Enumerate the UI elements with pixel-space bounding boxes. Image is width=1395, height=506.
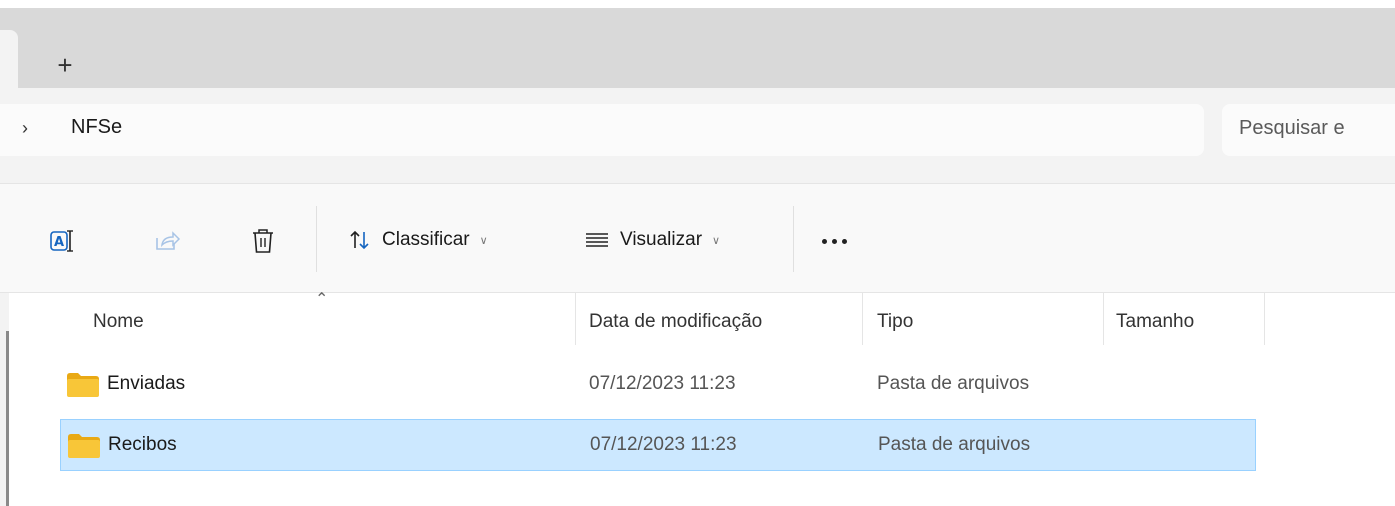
file-name: Recibos [108, 434, 177, 455]
column-header-type[interactable]: Tipo [877, 311, 913, 333]
file-type: Pasta de arquivos [878, 434, 1031, 455]
list-view-icon [584, 230, 610, 250]
tab-strip: + [0, 8, 1395, 96]
column-separator[interactable] [1264, 293, 1265, 345]
more-dot [822, 238, 827, 244]
folder-icon [66, 372, 100, 403]
column-header-name[interactable]: Nome [93, 311, 144, 333]
toolbar-separator [316, 206, 317, 272]
column-header-size[interactable]: Tamanho [1116, 311, 1194, 333]
column-separator[interactable] [862, 293, 863, 345]
splitter-handle[interactable] [6, 331, 9, 506]
more-dot [842, 238, 847, 244]
address-row: › NFSe Pesquisar e [0, 88, 1395, 184]
file-list: ⌃ Nome Data de modificação Tipo Tamanho … [0, 291, 1395, 506]
navigation-pane-edge [0, 293, 9, 506]
more-dot [832, 238, 837, 244]
chevron-down-icon: ∨ [712, 234, 721, 247]
view-label: Visualizar [620, 229, 703, 250]
file-type: Pasta de arquivos [877, 373, 1030, 394]
sort-label: Classificar [382, 229, 470, 250]
table-row[interactable]: Enviadas 07/12/2023 11:23 Pasta de arqui… [60, 359, 1256, 411]
search-placeholder: Pesquisar e [1239, 117, 1345, 139]
file-name: Enviadas [107, 373, 186, 394]
breadcrumb-chevron-icon[interactable]: › [22, 118, 28, 139]
search-input[interactable]: Pesquisar e [1222, 104, 1395, 156]
column-header-modified[interactable]: Data de modificação [589, 311, 762, 333]
active-tab[interactable] [0, 30, 18, 96]
view-button[interactable]: Visualizar ∨ [584, 222, 720, 258]
folder-icon [67, 433, 101, 464]
trash-icon[interactable] [248, 226, 278, 256]
new-tab-button[interactable]: + [46, 46, 84, 84]
file-modified: 07/12/2023 11:23 [590, 434, 737, 455]
toolbar-separator [793, 206, 794, 272]
sort-icon [348, 228, 372, 252]
sort-button[interactable]: Classificar ∨ [348, 222, 488, 258]
svg-text:A: A [54, 235, 64, 250]
more-options-button[interactable] [822, 226, 847, 256]
chevron-down-icon: ∨ [479, 234, 488, 247]
table-row-selected[interactable]: Recibos 07/12/2023 11:23 Pasta de arquiv… [60, 419, 1256, 471]
file-explorer-window: + › NFSe Pesquisar e A Classificar ∨ Vis… [0, 0, 1395, 506]
breadcrumb-item-nfse[interactable]: NFSe [71, 116, 122, 139]
rename-icon[interactable]: A [47, 226, 77, 256]
command-bar: A Classificar ∨ Visualizar ∨ [0, 184, 1395, 292]
address-bar[interactable]: › NFSe [0, 104, 1204, 156]
file-modified: 07/12/2023 11:23 [589, 373, 736, 394]
share-icon[interactable] [152, 226, 182, 256]
column-separator[interactable] [575, 293, 576, 345]
sort-ascending-icon: ⌃ [315, 291, 329, 308]
column-separator[interactable] [1103, 293, 1104, 345]
